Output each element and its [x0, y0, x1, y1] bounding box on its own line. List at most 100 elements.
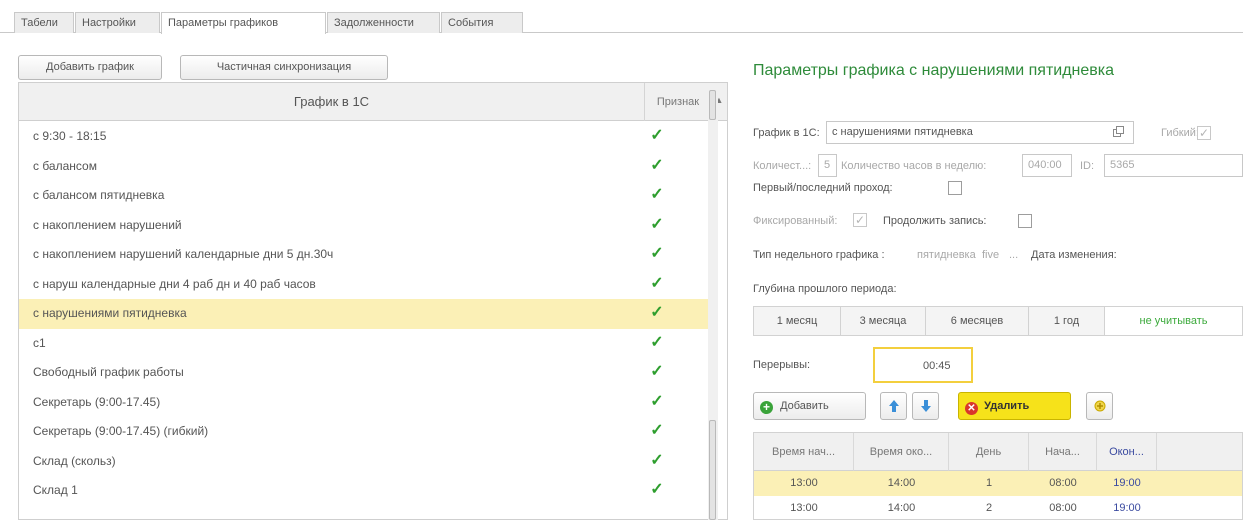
breaks-table: Время нач... Время око... День Нача... О… [753, 432, 1243, 520]
check-icon: ✓ [650, 245, 664, 262]
row-name: с нарушениями пятидневка [33, 306, 187, 320]
delete-break-button[interactable]: ✕ Удалить [958, 392, 1071, 420]
cell-begin: 08:00 [1049, 477, 1077, 489]
check-icon: ✓ [650, 451, 664, 469]
table-row[interactable]: Секретарь (9:00-17.45) ✓ [19, 388, 711, 418]
schedule-field[interactable]: с нарушениями пятидневка [826, 121, 1134, 144]
breaks-label: Перерывы: [753, 359, 811, 371]
table-row[interactable]: Секретарь (9:00-17.45) (гибкий) ✓ [19, 417, 711, 447]
table-row[interactable]: Склад 1 ✓ [19, 476, 711, 506]
check-icon: ✓ [650, 422, 664, 439]
row-name: Склад (скольз) [33, 453, 116, 468]
add-schedule-button[interactable]: Добавить график [18, 55, 162, 80]
delete-icon: ✕ [965, 402, 978, 415]
add-break-button[interactable]: + Добавить [753, 392, 866, 420]
depth-label: Глубина прошлого периода: [753, 283, 897, 295]
cell-day: 2 [985, 502, 993, 514]
id-field[interactable]: 5365 [1104, 154, 1243, 177]
first-last-checkbox[interactable] [948, 181, 962, 195]
fixed-checkbox[interactable]: ✓ [853, 213, 867, 227]
table-row[interactable]: с наруш календарные дни 4 раб дн и 40 ра… [19, 270, 711, 300]
week-type-code: five [982, 249, 1000, 261]
column-header-begin[interactable]: Нача... [1029, 433, 1097, 471]
table-row[interactable]: с накоплением нарушений ✓ [19, 211, 711, 241]
check-icon: ✓ [650, 215, 664, 233]
row-name: Склад 1 [33, 483, 78, 497]
delete-break-label: Удалить [984, 400, 1030, 412]
breaks-field[interactable]: 00:45 [873, 347, 973, 383]
tab-debts[interactable]: Задолженности [327, 12, 440, 33]
fixed-label: Фиксированный: [753, 215, 838, 227]
period-3-months[interactable]: 3 месяца [840, 306, 926, 336]
tab-bar: Табели Настройки Параметры графиков Задо… [0, 0, 1243, 34]
hours-field[interactable]: 040:00 [1022, 154, 1072, 177]
check-icon: ✓ [650, 127, 664, 144]
week-type-select-button[interactable]: ... [1009, 247, 1018, 263]
tab-settings[interactable]: Настройки [75, 12, 160, 33]
row-name: с1 [33, 335, 46, 350]
arrow-down-icon [920, 400, 931, 412]
scrollbar-thumb[interactable] [709, 420, 716, 520]
period-1-year[interactable]: 1 год [1028, 306, 1105, 336]
count-field[interactable]: 5 [818, 154, 837, 177]
table-row[interactable]: с балансом ✓ [19, 152, 711, 182]
table-row[interactable]: с накоплением нарушений календарные дни … [19, 240, 711, 270]
row-name: Секретарь (9:00-17.45) (гибкий) [33, 424, 209, 438]
cell-day: 1 [985, 477, 993, 489]
flexible-label: Гибкий: [1161, 127, 1199, 139]
cell-end: 19:00 [1113, 502, 1141, 514]
column-header-flag[interactable]: Признак [645, 83, 711, 121]
column-header-filler [1157, 433, 1242, 471]
cell-start-time: 13:00 [790, 477, 818, 489]
row-name: с 9:30 - 18:15 [33, 129, 107, 143]
check-icon: ✓ [650, 274, 664, 292]
tab-timesheets[interactable]: Табели [14, 12, 74, 33]
check-icon: ✓ [650, 304, 664, 321]
partial-sync-button[interactable]: Частичная синхронизация [180, 55, 388, 80]
schedule-label: График в 1С: [753, 127, 820, 139]
table-row-selected[interactable]: 13:00 14:00 1 08:00 19:00 [754, 471, 1242, 496]
column-header-schedule[interactable]: График в 1С [19, 83, 645, 121]
table-row[interactable]: Склад (скольз) ✓ [19, 447, 711, 477]
period-ignore[interactable]: не учитывать [1104, 306, 1243, 336]
grid-scrollbar[interactable] [708, 90, 718, 520]
first-last-label: Первый/последний проход: [753, 182, 893, 194]
row-name: Секретарь (9:00-17.45) [33, 394, 161, 409]
column-header-day[interactable]: День [949, 433, 1029, 471]
scrollbar-thumb-top[interactable] [709, 90, 716, 120]
flexible-checkbox[interactable]: ✓ [1197, 126, 1211, 140]
count-label: Количест...: [753, 160, 812, 172]
extra-action-button[interactable] [1086, 392, 1113, 420]
table-row[interactable]: с1 ✓ [19, 329, 711, 359]
row-name: с балансом пятидневка [33, 188, 165, 202]
tab-events[interactable]: События [441, 12, 523, 33]
table-row-selected[interactable]: с нарушениями пятидневка ✓ [19, 299, 711, 329]
check-icon: ✓ [650, 392, 664, 410]
week-type-label: Тип недельного графика : [753, 249, 885, 261]
row-name: Свободный график работы [33, 365, 184, 379]
move-up-button[interactable] [880, 392, 907, 420]
arrow-up-icon [888, 400, 899, 412]
schedule-grid: График в 1С Признак ▲ с 9:30 - 18:15 ✓ с … [18, 82, 728, 520]
table-row[interactable]: 13:00 14:00 2 08:00 19:00 [754, 496, 1242, 519]
move-down-button[interactable] [912, 392, 939, 420]
week-type-value: пятидневка [917, 249, 976, 261]
row-name: с накоплением нарушений [33, 217, 182, 232]
grid-header: График в 1С Признак ▲ [19, 83, 727, 121]
row-name: с балансом [33, 158, 97, 173]
table-row[interactable]: Свободный график работы ✓ [19, 358, 711, 388]
column-header-start-time[interactable]: Время нач... [754, 433, 854, 471]
column-header-end[interactable]: Окон... [1097, 433, 1157, 471]
cell-begin: 08:00 [1049, 502, 1077, 514]
hours-label: Количество часов в неделю: [841, 160, 987, 172]
open-icon[interactable] [1113, 126, 1124, 137]
column-header-end-time[interactable]: Время око... [854, 433, 949, 471]
table-row[interactable]: с 9:30 - 18:15 ✓ [19, 122, 711, 152]
check-icon: ✓ [650, 363, 664, 380]
continue-checkbox[interactable] [1018, 214, 1032, 228]
change-date-label: Дата изменения: [1031, 249, 1117, 261]
period-6-months[interactable]: 6 месяцев [925, 306, 1029, 336]
table-row[interactable]: с балансом пятидневка ✓ [19, 181, 711, 211]
period-1-month[interactable]: 1 месяц [753, 306, 841, 336]
tab-schedule-params[interactable]: Параметры графиков [161, 12, 326, 34]
